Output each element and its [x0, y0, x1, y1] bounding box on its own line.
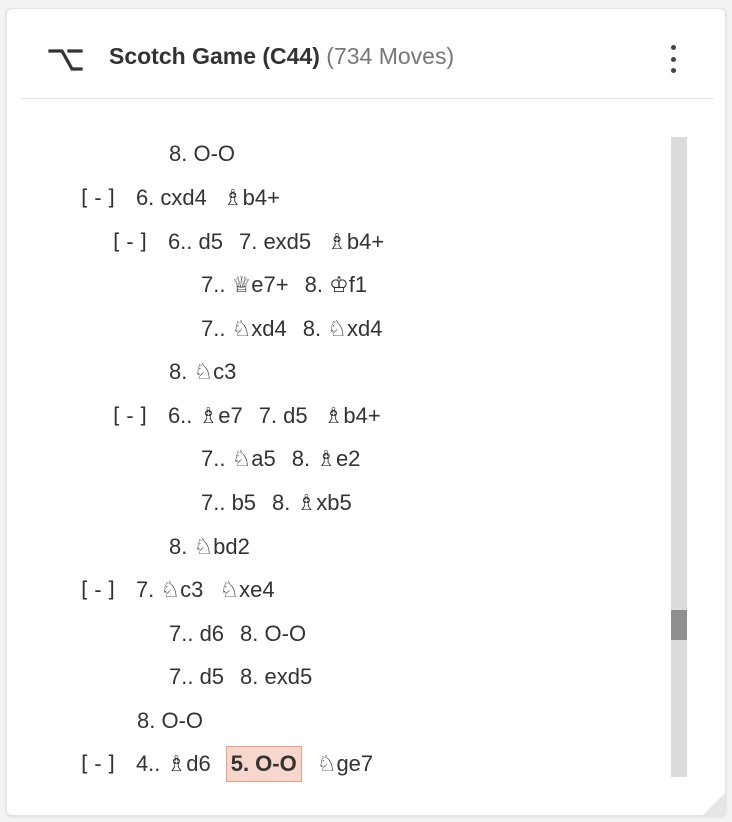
- collapse-toggle[interactable]: [-]: [78, 752, 119, 776]
- move[interactable]: ♘ge7: [316, 751, 374, 777]
- move-count: (734 Moves): [326, 43, 455, 69]
- move-tree-panel: Scotch Game (C44) (734 Moves) 8. O-O [-] 6…: [6, 8, 726, 816]
- move-row: [-] 7. ♘c3 ♘xe4: [78, 575, 290, 605]
- move[interactable]: 8. O-O: [168, 141, 236, 167]
- move[interactable]: 8. O-O: [136, 708, 204, 734]
- move-row: 7.. ♕e7+ 8. ♔f1: [200, 270, 382, 300]
- scrollbar-thumb[interactable]: [671, 610, 687, 640]
- move-row: [-] 6.. ♗e7 7. d5 ♗b4+: [110, 401, 396, 431]
- alt-branch-icon: [48, 49, 83, 71]
- move[interactable]: 7.. d6: [168, 621, 225, 647]
- collapse-toggle[interactable]: [-]: [110, 404, 151, 428]
- move[interactable]: 6.. d5: [167, 229, 224, 255]
- move[interactable]: ♗b4+: [326, 229, 385, 255]
- move[interactable]: 6. cxd4: [135, 185, 208, 211]
- move-row: 7.. b5 8. ♗xb5: [200, 488, 367, 518]
- move-row: 8. ♘bd2: [168, 532, 265, 562]
- collapse-toggle[interactable]: [-]: [110, 230, 151, 254]
- move-row: 7.. ♘a5 8. ♗e2: [200, 444, 375, 474]
- collapse-toggle[interactable]: [-]: [78, 578, 119, 602]
- corner-fold: [703, 793, 725, 815]
- menu-dot: [670, 68, 676, 73]
- opening-title: Scotch Game (C44): [109, 43, 320, 69]
- move[interactable]: 7.. ♕e7+: [200, 272, 290, 298]
- panel-header: Scotch Game (C44) (734 Moves): [7, 9, 725, 98]
- scrollbar-track[interactable]: [671, 137, 687, 777]
- move[interactable]: 7. ♘c3: [135, 577, 204, 603]
- menu-dot: [670, 56, 676, 62]
- move[interactable]: 8. ♗xb5: [271, 490, 353, 516]
- collapse-toggle[interactable]: [-]: [78, 186, 119, 210]
- panel-title-group: Scotch Game (C44) (734 Moves): [109, 43, 454, 70]
- move[interactable]: 8. ♔f1: [304, 272, 369, 298]
- move[interactable]: 7. d5: [258, 403, 309, 429]
- move-tree: 8. O-O [-] 6. cxd4 ♗b4+ [-] 6.. d5 7. exd5 ♗b4+…: [7, 99, 725, 815]
- move[interactable]: 8. ♘xd4: [302, 316, 384, 342]
- move-row: [-] 4.. ♗d6 5. O-O ♘ge7: [78, 746, 388, 782]
- move-row: 8. ♘c3: [168, 357, 251, 387]
- move[interactable]: 7.. b5: [200, 490, 257, 516]
- move[interactable]: 7. exd5: [238, 229, 312, 255]
- move-row: 7.. ♘xd4 8. ♘xd4: [200, 314, 397, 344]
- move[interactable]: 7.. d5: [168, 664, 225, 690]
- menu-dot: [670, 45, 676, 50]
- move-row: 7.. d6 8. O-O: [168, 619, 321, 649]
- move[interactable]: ♘xe4: [218, 577, 275, 603]
- move[interactable]: ♗b4+: [323, 403, 382, 429]
- move[interactable]: 8. O-O: [239, 621, 307, 647]
- current-move[interactable]: 5. O-O: [225, 746, 302, 782]
- move[interactable]: ♗b4+: [222, 185, 281, 211]
- move-row: 8. O-O: [168, 139, 250, 169]
- move[interactable]: 7.. ♘a5: [200, 446, 277, 472]
- move[interactable]: 4.. ♗d6: [135, 751, 212, 777]
- move[interactable]: 7.. ♘xd4: [200, 316, 288, 342]
- move[interactable]: 6.. ♗e7: [167, 403, 244, 429]
- move-row: 8. O-O: [136, 706, 218, 736]
- move[interactable]: 8. exd5: [239, 664, 313, 690]
- move-row: 7.. d5 8. exd5: [168, 662, 327, 692]
- move-row: [-] 6.. d5 7. exd5 ♗b4+: [110, 227, 399, 257]
- move[interactable]: 8. ♘c3: [168, 359, 237, 385]
- move-row: [-] 6. cxd4 ♗b4+: [78, 183, 295, 213]
- move[interactable]: 8. ♗e2: [291, 446, 362, 472]
- move[interactable]: 8. ♘bd2: [168, 534, 251, 560]
- kebab-menu-icon[interactable]: [669, 45, 677, 73]
